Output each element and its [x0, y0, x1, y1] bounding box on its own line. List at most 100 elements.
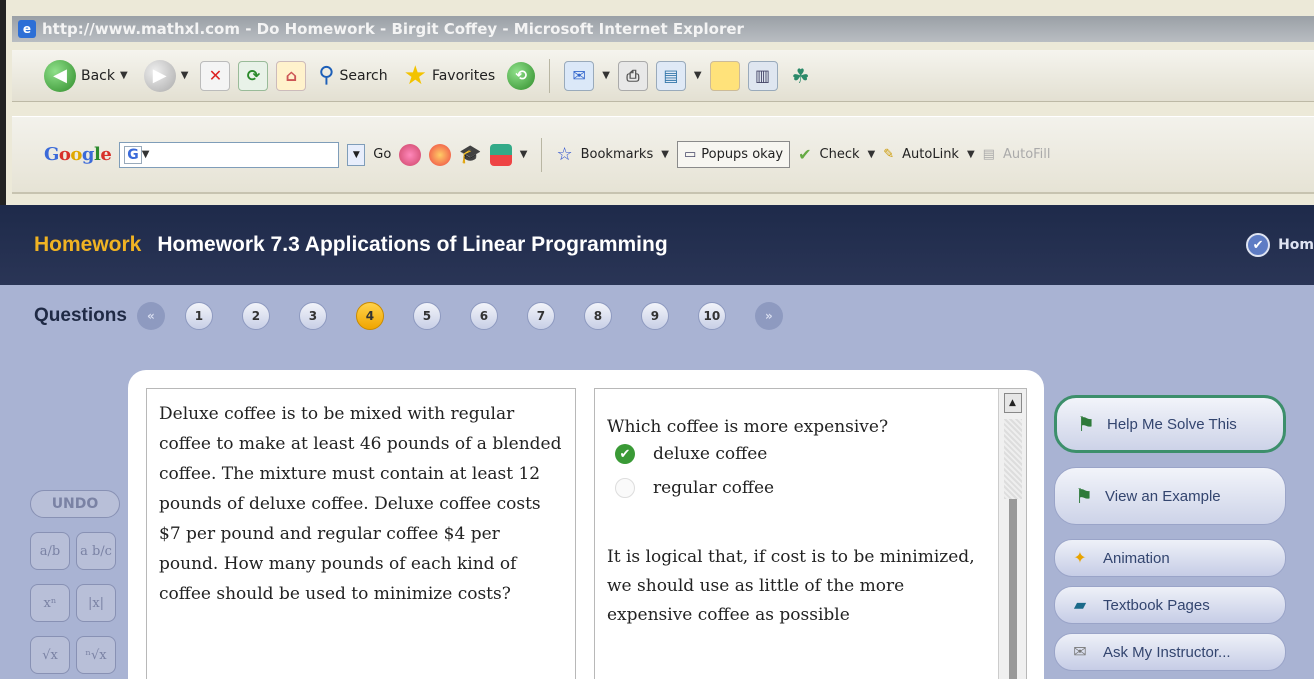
- search-label: Search: [339, 67, 388, 84]
- bookmarks-button[interactable]: Bookmarks: [581, 147, 654, 162]
- question-3-button[interactable]: 3: [298, 302, 327, 330]
- prev-questions-button[interactable]: «: [136, 302, 165, 330]
- animation-button[interactable]: ✦ Animation: [1054, 539, 1286, 577]
- question-7-button[interactable]: 7: [526, 302, 555, 330]
- autolink-button[interactable]: AutoLink: [902, 147, 959, 162]
- favorites-button[interactable]: ★ Favorites: [400, 57, 500, 95]
- fraction-button[interactable]: a/b: [30, 532, 70, 570]
- autolink-icon: ✎: [883, 147, 895, 162]
- mixed-number-button[interactable]: a b/c: [76, 532, 116, 570]
- chevron-down-icon[interactable]: ▼: [602, 70, 610, 81]
- spiral-icon[interactable]: [429, 143, 452, 166]
- discuss-icon[interactable]: [709, 60, 740, 91]
- back-button[interactable]: ◀ Back ▼: [40, 57, 132, 95]
- search-icon: ⚲: [318, 63, 335, 88]
- window-title: http://www.mathxl.com - Do Homework - Bi…: [42, 20, 744, 38]
- scroll-track-upper[interactable]: [1003, 419, 1022, 499]
- radio-checked[interactable]: ✔: [615, 444, 635, 464]
- textbook-pages-button[interactable]: ▰ Textbook Pages: [1054, 586, 1286, 624]
- radio-unchecked[interactable]: [615, 478, 635, 498]
- question-1-button[interactable]: 1: [184, 302, 213, 330]
- absolute-value-button[interactable]: |x|: [76, 584, 116, 622]
- undo-button[interactable]: UNDO: [30, 490, 120, 518]
- exponent-button[interactable]: xⁿ: [30, 584, 70, 622]
- view-example-button[interactable]: ⚑ View an Example: [1054, 467, 1286, 525]
- scroll-thumb[interactable]: [1008, 499, 1017, 679]
- check-button[interactable]: Check: [820, 147, 860, 162]
- chevron-down-icon[interactable]: ▼: [868, 149, 876, 160]
- help-me-solve-button[interactable]: ⚑ Help Me Solve This: [1054, 395, 1286, 453]
- chevron-down-icon[interactable]: ▼: [694, 70, 702, 81]
- animation-icon: ✦: [1073, 550, 1087, 567]
- google-search-input[interactable]: G ▼: [119, 141, 340, 168]
- chevron-down-icon[interactable]: ▼: [142, 149, 150, 160]
- stop-icon[interactable]: ✕: [200, 60, 231, 91]
- refresh-icon[interactable]: ⟳: [238, 60, 269, 91]
- homework-app: Homework Homework 7.3 Applications of Li…: [0, 205, 1314, 679]
- answer-scrollbar[interactable]: ▲: [998, 389, 1026, 679]
- home-icon[interactable]: ⌂: [276, 60, 307, 91]
- scroll-up-arrow-icon[interactable]: ▲: [1003, 393, 1022, 413]
- research-icon[interactable]: ▥: [747, 60, 778, 91]
- bookmark-star-icon: ☆: [556, 144, 573, 165]
- animation-label: Animation: [1103, 549, 1170, 567]
- toolbar-divider: [541, 137, 543, 172]
- chevron-down-icon[interactable]: ▼: [967, 149, 975, 160]
- home-label: Hom: [1278, 237, 1314, 253]
- question-card: Deluxe coffee is to be mixed with regula…: [128, 370, 1044, 679]
- google-logo: Google: [44, 144, 112, 165]
- print-icon[interactable]: ⎙: [617, 60, 648, 91]
- square-root-button[interactable]: √x: [30, 636, 70, 674]
- chevron-down-icon[interactable]: ▼: [120, 70, 128, 81]
- homework-home-link[interactable]: ✔ Hom: [1246, 233, 1314, 257]
- chevron-down-icon[interactable]: ▼: [661, 149, 669, 160]
- mail-icon: ✉: [1073, 644, 1087, 661]
- question-5-button[interactable]: 5: [412, 302, 441, 330]
- page-rank-icon[interactable]: [399, 143, 422, 166]
- problem-statement: Deluxe coffee is to be mixed with regula…: [146, 388, 576, 679]
- window-titlebar: e http://www.mathxl.com - Do Homework - …: [12, 16, 1314, 42]
- next-questions-button[interactable]: »: [754, 302, 783, 330]
- choice-label: deluxe coffee: [653, 444, 768, 464]
- question-8-button[interactable]: 8: [583, 302, 612, 330]
- question-4-button[interactable]: 4: [355, 302, 384, 330]
- choice-deluxe[interactable]: ✔ deluxe coffee: [615, 437, 992, 471]
- popups-button[interactable]: ▭ Popups okay: [676, 141, 791, 168]
- question-6-button[interactable]: 6: [469, 302, 498, 330]
- search-button[interactable]: ⚲ Search: [314, 57, 391, 95]
- messenger-icon[interactable]: ☘: [786, 61, 816, 91]
- nth-root-button[interactable]: ⁿ√x: [76, 636, 116, 674]
- chevron-down-icon[interactable]: ▼: [520, 149, 528, 160]
- search-dropdown-button[interactable]: ▼: [347, 143, 366, 166]
- google-go-button[interactable]: Go: [373, 147, 391, 162]
- autofill-button[interactable]: AutoFill: [1003, 147, 1051, 162]
- textbook-label: Textbook Pages: [1103, 596, 1210, 614]
- homework-title: Homework 7.3 Applications of Linear Prog…: [157, 233, 668, 256]
- answer-question: Which coffee is more expensive?: [607, 417, 889, 437]
- book-flag-icon: ⚑: [1077, 413, 1095, 436]
- question-2-button[interactable]: 2: [241, 302, 270, 330]
- chevron-down-icon[interactable]: ▼: [181, 70, 189, 81]
- graduation-cap-icon[interactable]: 🎓: [459, 144, 481, 165]
- choice-regular[interactable]: regular coffee: [615, 471, 992, 505]
- history-icon[interactable]: ⟲: [507, 61, 536, 90]
- star-icon: ★: [403, 60, 427, 91]
- favorites-label: Favorites: [431, 67, 496, 84]
- toolbar-divider: [549, 58, 551, 93]
- homework-label[interactable]: Homework: [34, 233, 141, 257]
- browser-chrome: e http://www.mathxl.com - Do Homework - …: [0, 0, 1314, 205]
- popups-label: Popups okay: [701, 147, 784, 162]
- choice-label: regular coffee: [653, 478, 775, 498]
- questions-label: Questions: [34, 305, 127, 326]
- forward-button[interactable]: ▶ ▼: [140, 57, 193, 95]
- ask-instructor-button[interactable]: ✉ Ask My Instructor...: [1054, 633, 1286, 671]
- google-g-icon: G: [124, 145, 142, 164]
- news-icon[interactable]: [489, 143, 512, 166]
- question-9-button[interactable]: 9: [640, 302, 669, 330]
- book-flag-icon: ⚑: [1075, 485, 1093, 508]
- back-label: Back: [81, 67, 115, 84]
- edit-icon[interactable]: ▤: [655, 60, 686, 91]
- ie-logo-icon: e: [18, 20, 36, 38]
- question-10-button[interactable]: 10: [697, 302, 726, 330]
- mail-icon[interactable]: ✉: [564, 60, 595, 91]
